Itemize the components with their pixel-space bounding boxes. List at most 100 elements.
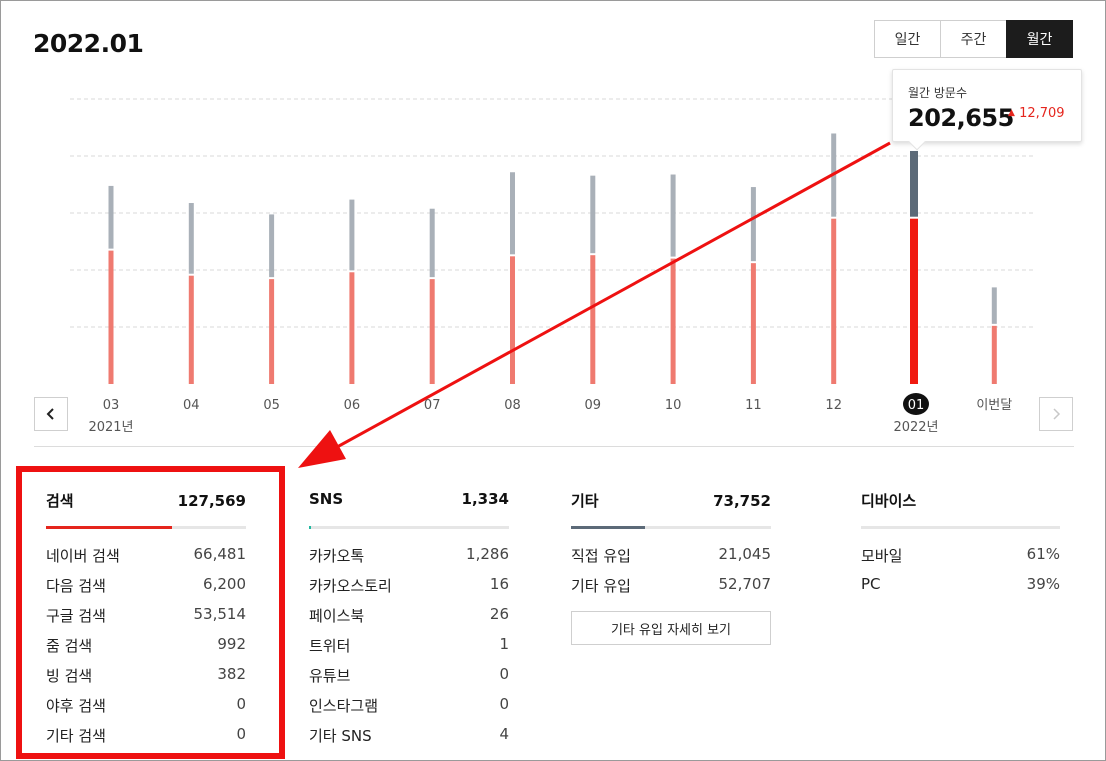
row-label: 기타 유입 <box>571 577 631 595</box>
list-item: 인스타그램 0 <box>309 695 509 725</box>
list-item: 카카오스토리 16 <box>309 575 509 605</box>
row-label: 구글 검색 <box>46 607 106 625</box>
x-tick-label: 10 <box>665 398 682 413</box>
row-value: 21,045 <box>718 545 772 563</box>
row-label: 페이스북 <box>309 607 365 625</box>
bar-segment-red <box>349 272 355 384</box>
row-value: 382 <box>217 665 246 683</box>
list-item: 카카오톡 1,286 <box>309 545 509 575</box>
x-tick-label: 05 <box>263 398 280 413</box>
list-item: 다음 검색 6,200 <box>46 575 246 605</box>
list-item: 야후 검색 0 <box>46 695 246 725</box>
row-label: PC <box>861 575 881 593</box>
device-stats: 디바이스 모바일 61% PC 39% <box>861 490 1060 605</box>
list-item: PC 39% <box>861 575 1060 605</box>
x-tick-label: 06 <box>344 398 361 413</box>
row-value: 53,514 <box>193 605 247 623</box>
etc-title: 기타 <box>571 492 599 510</box>
row-value: 0 <box>236 695 246 713</box>
bar-segment-gray <box>349 199 355 271</box>
up-triangle-icon: ▲ <box>1008 108 1015 118</box>
chevron-right-icon <box>1053 408 1061 420</box>
search-share-fill <box>46 526 172 529</box>
chevron-left-icon <box>46 408 54 420</box>
x-tick-label: 11 <box>745 398 762 413</box>
row-label: 줌 검색 <box>46 637 93 655</box>
row-value: 0 <box>499 665 509 683</box>
list-item: 네이버 검색 66,481 <box>46 545 246 575</box>
next-period-button[interactable] <box>1039 397 1073 431</box>
tooltip-change-value: 12,709 <box>1019 106 1065 121</box>
bar-segment-gray <box>510 172 515 255</box>
row-label: 기타 SNS <box>309 727 372 745</box>
row-label: 기타 검색 <box>46 727 106 745</box>
bar-segment-gray <box>750 187 756 262</box>
list-item: 직접 유입 21,045 <box>571 545 771 575</box>
bar-segment-red <box>269 279 275 384</box>
x-year-label: 2021년 <box>88 420 133 435</box>
x-tick-label: 04 <box>183 398 200 413</box>
etc-detail-button[interactable]: 기타 유입 자세히 보기 <box>571 611 771 645</box>
list-item: 유튜브 0 <box>309 665 509 695</box>
list-item: 기타 검색 0 <box>46 725 246 755</box>
x-tick-label: 07 <box>424 398 441 413</box>
bar-segment-red <box>510 256 515 384</box>
row-label: 트위터 <box>309 637 351 655</box>
row-label: 카카오톡 <box>309 547 365 565</box>
bar-segment-gray <box>831 133 837 217</box>
etc-header: 기타 73,752 <box>571 490 771 518</box>
bar-segment-red <box>991 325 997 384</box>
device-title: 디바이스 <box>861 492 917 510</box>
bar-segment-red <box>429 279 435 384</box>
etc-share-bar <box>571 526 771 529</box>
sns-share-fill <box>309 526 311 529</box>
bar-segment-red <box>188 275 194 384</box>
list-item: 기타 SNS 4 <box>309 725 509 755</box>
row-value: 52,707 <box>718 575 772 593</box>
row-value: 992 <box>217 635 246 653</box>
list-item: 기타 유입 52,707 <box>571 575 771 605</box>
row-value: 66,481 <box>193 545 247 563</box>
row-label: 카카오스토리 <box>309 577 392 595</box>
tooltip-change: ▲ 12,709 <box>1008 106 1065 121</box>
etc-total: 73,752 <box>713 492 771 510</box>
list-item: 모바일 61% <box>861 545 1060 575</box>
section-divider <box>34 446 1074 447</box>
bar-segment-red <box>750 263 756 384</box>
row-value: 6,200 <box>203 575 246 593</box>
bar-segment-gray <box>188 203 194 274</box>
bar-segment-gray <box>991 287 997 324</box>
etc-share-fill <box>571 526 645 529</box>
x-tick-label: 12 <box>825 398 842 413</box>
search-stats: 검색 127,569 네이버 검색 66,481 다음 검색 6,200 구글 검색… <box>46 490 246 755</box>
row-label: 유튜브 <box>309 667 351 685</box>
row-value: 0 <box>236 725 246 743</box>
row-label: 다음 검색 <box>46 577 106 595</box>
row-label: 인스타그램 <box>309 697 379 715</box>
device-bar <box>861 526 1060 529</box>
list-item: 페이스북 26 <box>309 605 509 635</box>
row-label: 네이버 검색 <box>46 547 120 565</box>
row-value: 4 <box>499 725 509 743</box>
x-tick-label: 09 <box>585 398 602 413</box>
search-header: 검색 127,569 <box>46 490 246 518</box>
x-tick-label: 03 <box>103 398 120 413</box>
bar-segment-gray <box>910 150 918 217</box>
row-value: 0 <box>499 695 509 713</box>
tooltip-label: 월간 방문수 <box>908 86 968 100</box>
x-tick-label: 08 <box>504 398 521 413</box>
list-item: 줌 검색 992 <box>46 635 246 665</box>
sns-share-bar <box>309 526 509 529</box>
search-total: 127,569 <box>177 492 246 510</box>
bar-segment-gray <box>670 174 676 257</box>
visits-tooltip: 월간 방문수 202,655 ▲ 12,709 <box>892 69 1082 151</box>
bar-segment-red <box>910 218 918 384</box>
sns-title: SNS <box>309 490 344 508</box>
device-header: 디바이스 <box>861 490 1060 518</box>
list-item: 구글 검색 53,514 <box>46 605 246 635</box>
prev-period-button[interactable] <box>34 397 68 431</box>
row-value: 1 <box>499 635 509 653</box>
bar-segment-gray <box>590 175 596 254</box>
row-value: 16 <box>489 575 509 593</box>
x-year-label: 2022년 <box>893 420 938 435</box>
